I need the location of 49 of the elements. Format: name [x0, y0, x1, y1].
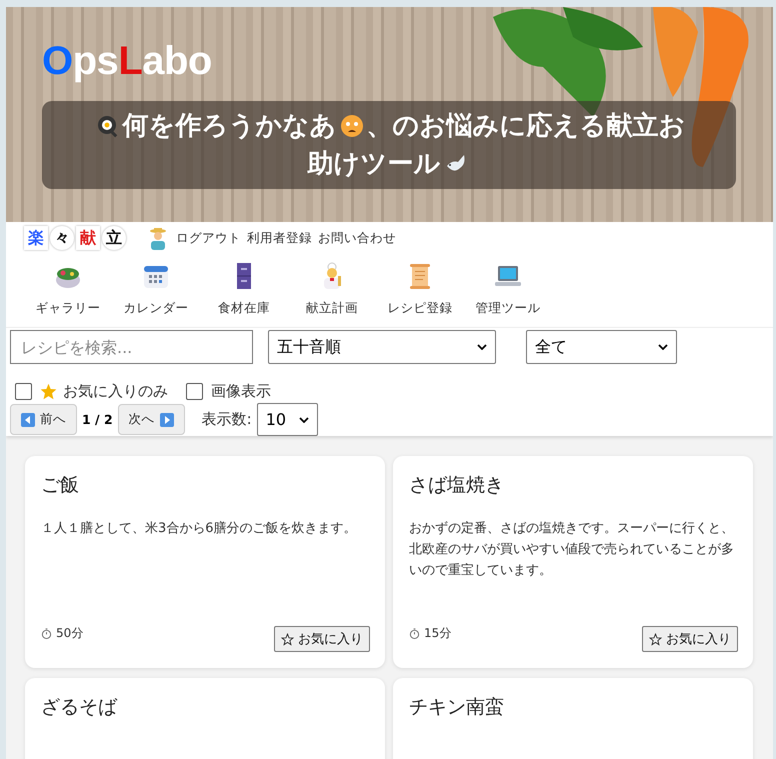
count-dropdown[interactable]: 10: [256, 403, 318, 436]
app-logo[interactable]: 楽 々 献 立: [24, 226, 126, 250]
worried-face-icon: [340, 114, 364, 138]
checkbox-label[interactable]: 画像表示: [211, 382, 271, 401]
nav-label[interactable]: ギャラリー: [36, 300, 100, 317]
page-indicator: 1 / 2: [82, 412, 113, 427]
star-icon: [649, 632, 662, 646]
favorite-button[interactable]: お気に入り: [274, 626, 370, 652]
count-label: 表示数:: [202, 410, 252, 429]
cook-time: 50分: [56, 624, 84, 642]
header-link[interactable]: お問い合わせ: [318, 230, 396, 246]
header-link[interactable]: ログアウト: [176, 230, 241, 246]
nav-label[interactable]: 献立計画: [306, 300, 358, 317]
search-field[interactable]: レシピを検索...: [10, 330, 253, 364]
nav-label[interactable]: 食材在庫: [218, 300, 270, 317]
recipe-card[interactable]: ご飯 １人１膳として、米3合から6膳分のご飯を炊きます。 50分 お気に入り: [25, 456, 385, 668]
recipe-title: さば塩焼き: [409, 473, 505, 498]
nav-label[interactable]: 管理ツール: [476, 300, 540, 317]
favorite-button[interactable]: お気に入り: [642, 626, 738, 652]
star-icon: [40, 383, 57, 400]
checkbox[interactable]: [15, 383, 32, 400]
recipe-card[interactable]: チキン南蛮: [393, 678, 753, 759]
nav-label[interactable]: レシピ登録: [388, 300, 452, 317]
chevron-down-icon: [298, 416, 309, 422]
header-link[interactable]: 利用者登録: [247, 230, 312, 246]
chevron-down-icon: [477, 344, 487, 350]
recipe-title: ご飯: [41, 473, 80, 498]
caption-text: 助けツール: [308, 149, 440, 179]
recipe-title: チキン南蛮: [409, 695, 505, 720]
checkbox[interactable]: [186, 383, 203, 400]
stopwatch-icon: [41, 628, 52, 638]
stopwatch-icon: [409, 628, 420, 638]
category-dropdown[interactable]: 全て: [526, 330, 677, 364]
recipe-card[interactable]: ざるそば: [25, 678, 385, 759]
checkbox-label[interactable]: お気に入りのみ: [63, 382, 168, 401]
recipe-title: ざるそば: [41, 695, 118, 720]
next-button[interactable]: 次へ: [118, 404, 185, 435]
cook-time: 15分: [424, 624, 452, 642]
recipe-description: おかずの定番、さばの塩焼きです。スーパーに行くと、北欧産のサバが買いやすい値段で売られていることが多いので重宝しています。: [409, 520, 735, 580]
star-icon: [281, 632, 294, 646]
caption-text: 、のお悩みに応える献立お: [366, 111, 686, 141]
prev-button[interactable]: 前へ: [10, 404, 77, 435]
sort-dropdown[interactable]: 五十音順: [268, 330, 496, 364]
caption-text: 何を作ろうかなあ: [122, 111, 336, 141]
nav-label[interactable]: カレンダー: [124, 300, 188, 317]
recipe-card[interactable]: さば塩焼き おかずの定番、さばの塩焼きです。スーパーに行くと、北欧産のサバが買いやすい値段で売られていることが多いので重宝しています。 15分 お気に入り: [393, 456, 753, 668]
frying-pan-icon: [96, 114, 120, 138]
chevron-down-icon: [658, 344, 668, 350]
recipe-description: １人１膳として、米3合から6膳分のご飯を炊きます。: [41, 520, 358, 538]
